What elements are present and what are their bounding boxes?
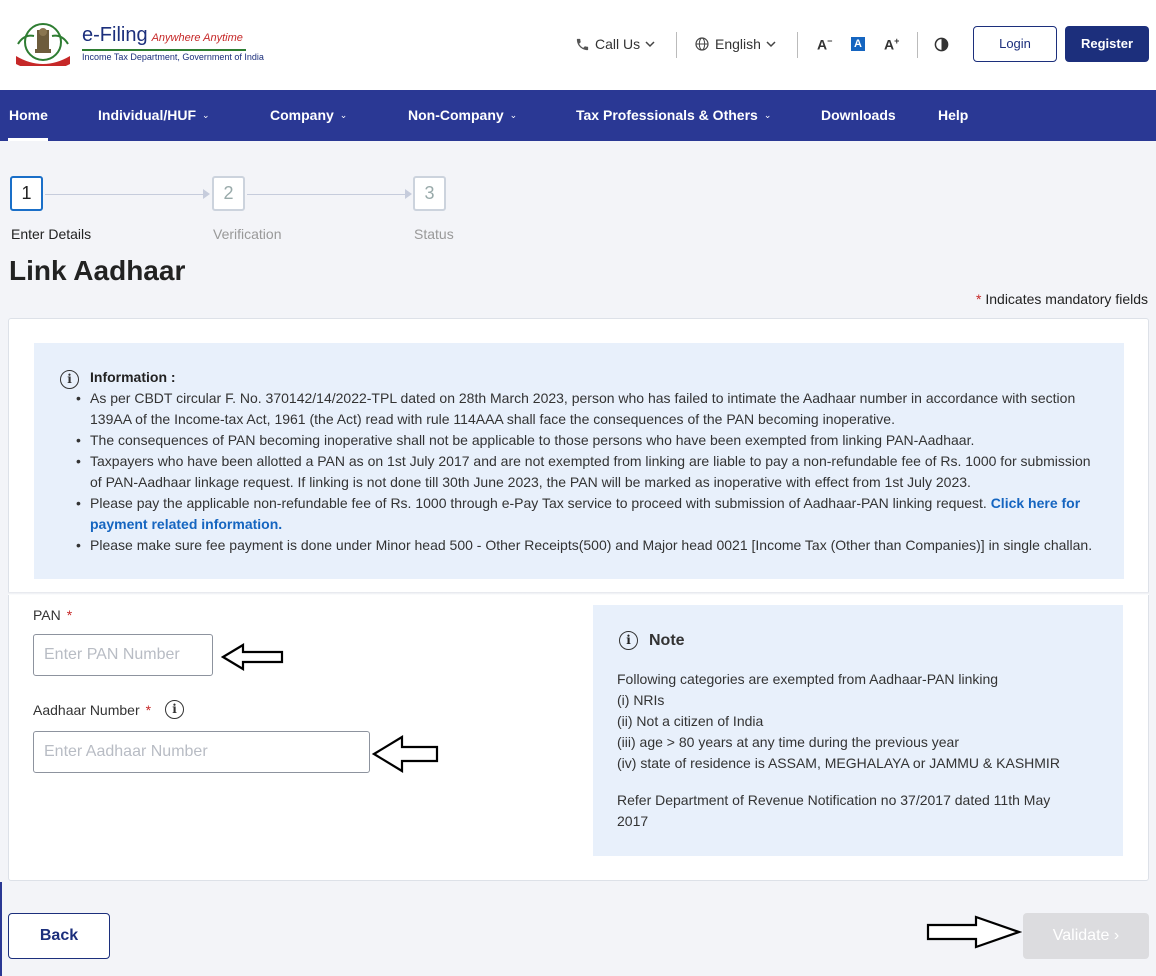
step-1-label: Enter Details xyxy=(11,226,92,242)
page-title: Link Aadhaar xyxy=(9,255,186,286)
step-2-label: Verification xyxy=(213,226,282,242)
list-item: The consequences of PAN becoming inopera… xyxy=(76,430,1095,451)
note-item: (ii) Not a citizen of India xyxy=(617,713,764,729)
logo-tagline: Anywhere Anytime xyxy=(151,32,243,44)
efiling-logo[interactable]: e-Filing Anywhere Anytime Income Tax Depa… xyxy=(10,20,264,70)
outline-arrow-icon xyxy=(221,643,284,671)
logo-title: e-Filing Anywhere Anytime xyxy=(82,24,243,46)
font-decrease-button[interactable]: A− xyxy=(817,36,832,53)
call-us-label: Call Us xyxy=(595,36,641,52)
note-title: Note xyxy=(649,632,685,649)
nav-non-company[interactable]: Non-Company ⌄ xyxy=(408,107,517,123)
nav-individual-huf[interactable]: Individual/HUF ⌄ xyxy=(98,107,210,123)
pan-label: PAN * xyxy=(33,607,73,623)
login-button[interactable]: Login xyxy=(973,26,1057,62)
outline-arrow-icon xyxy=(372,735,439,773)
register-button[interactable]: Register xyxy=(1065,26,1149,62)
chevron-right-icon: › xyxy=(1113,927,1120,944)
phone-icon xyxy=(576,38,589,50)
information-title: Information : xyxy=(90,369,176,385)
step-connector-arrow xyxy=(405,189,412,199)
step-connector xyxy=(247,194,407,195)
language-dropdown[interactable]: English xyxy=(694,36,776,52)
list-item: Please pay the applicable non-refundable… xyxy=(76,493,1095,535)
language-label: English xyxy=(715,36,761,52)
nav-help[interactable]: Help xyxy=(938,107,968,123)
logo-divider xyxy=(82,49,246,51)
header-separator xyxy=(797,32,798,58)
chevron-down-icon: ⌄ xyxy=(509,109,518,120)
note-reference: Refer Department of Revenue Notification… xyxy=(617,792,1051,808)
note-intro: Following categories are exempted from A… xyxy=(617,671,999,687)
nav-active-indicator xyxy=(8,138,48,141)
note-item: (i) NRIs xyxy=(617,692,665,708)
validate-button[interactable]: Validate › xyxy=(1023,913,1149,959)
top-header: e-Filing Anywhere Anytime Income Tax Depa… xyxy=(0,0,1156,90)
back-button[interactable]: Back xyxy=(8,913,110,959)
nav-company[interactable]: Company ⌄ xyxy=(270,107,347,123)
header-separator xyxy=(676,32,677,58)
step-3-indicator: 3 xyxy=(413,176,446,211)
pan-input[interactable] xyxy=(33,634,213,676)
main-nav: Home Individual/HUF ⌄ Company ⌄ Non-Compan… xyxy=(0,90,1156,141)
left-edge-rule xyxy=(0,882,2,976)
note-item: (iv) state of residence is ASSAM, MEGHAL… xyxy=(617,755,1060,771)
list-item: As per CBDT circular F. No. 370142/14/20… xyxy=(76,388,1095,430)
chevron-down-icon xyxy=(766,41,776,48)
note-item: (iii) age > 80 years at any time during … xyxy=(617,734,960,750)
info-icon: i xyxy=(619,631,638,650)
note-reference-cont: 2017 xyxy=(617,813,649,829)
aadhaar-info-icon[interactable]: i xyxy=(165,700,185,719)
aadhaar-input[interactable] xyxy=(33,731,370,773)
nav-tax-professionals[interactable]: Tax Professionals & Others ⌄ xyxy=(576,107,771,123)
globe-icon xyxy=(695,37,709,51)
chevron-down-icon: ⌄ xyxy=(339,109,348,120)
emblem-logo xyxy=(16,23,70,66)
information-list: As per CBDT circular F. No. 370142/14/20… xyxy=(76,388,1095,556)
nav-downloads[interactable]: Downloads xyxy=(821,107,896,123)
chevron-down-icon: ⌄ xyxy=(763,109,772,120)
list-item: Please make sure fee payment is done und… xyxy=(76,535,1095,556)
header-separator xyxy=(917,32,918,58)
chevron-down-icon xyxy=(645,41,655,48)
chevron-down-icon: ⌄ xyxy=(202,109,210,120)
outline-arrow-icon xyxy=(926,915,1022,949)
step-2-indicator: 2 xyxy=(212,176,245,211)
section-divider xyxy=(8,592,1149,595)
aadhaar-label: Aadhaar Number * i xyxy=(33,700,185,719)
step-connector-arrow xyxy=(203,189,210,199)
step-3-label: Status xyxy=(414,226,454,242)
nav-home[interactable]: Home xyxy=(9,107,48,123)
font-increase-button[interactable]: A+ xyxy=(884,36,899,53)
contrast-icon[interactable] xyxy=(934,37,949,52)
call-us-dropdown[interactable]: Call Us xyxy=(575,36,655,52)
font-normal-button[interactable]: A xyxy=(851,37,865,51)
logo-subtitle: Income Tax Department, Government of Ind… xyxy=(82,52,264,62)
step-1-indicator: 1 xyxy=(10,176,43,211)
list-item: Taxpayers who have been allotted a PAN a… xyxy=(76,451,1095,493)
info-icon: i xyxy=(60,370,79,389)
mandatory-note: * Indicates mandatory fields xyxy=(976,291,1148,307)
step-connector xyxy=(45,194,205,195)
